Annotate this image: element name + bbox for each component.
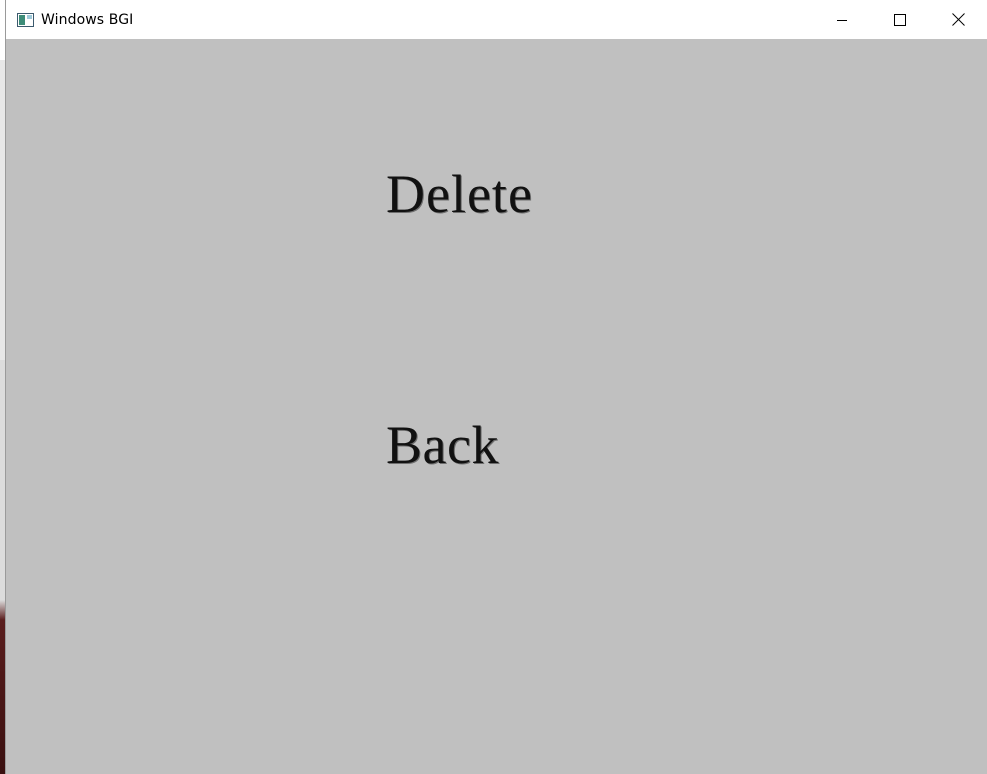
bgi-window: Windows BGI Delete Back <box>5 0 987 774</box>
graphics-canvas[interactable]: Delete Back <box>6 39 987 774</box>
delete-option[interactable]: Delete <box>386 167 533 221</box>
desktop: Windows BGI Delete Back <box>0 0 987 774</box>
close-button[interactable] <box>929 0 987 39</box>
bgi-app-icon[interactable] <box>17 12 34 27</box>
back-option[interactable]: Back <box>386 418 499 472</box>
title-bar[interactable]: Windows BGI <box>6 0 987 39</box>
maximize-button[interactable] <box>871 0 929 39</box>
close-icon <box>951 13 965 26</box>
window-controls <box>813 0 987 39</box>
minimize-button[interactable] <box>813 0 871 39</box>
window-title: Windows BGI <box>41 11 134 28</box>
minimize-icon <box>837 19 847 21</box>
maximize-icon <box>894 13 906 26</box>
